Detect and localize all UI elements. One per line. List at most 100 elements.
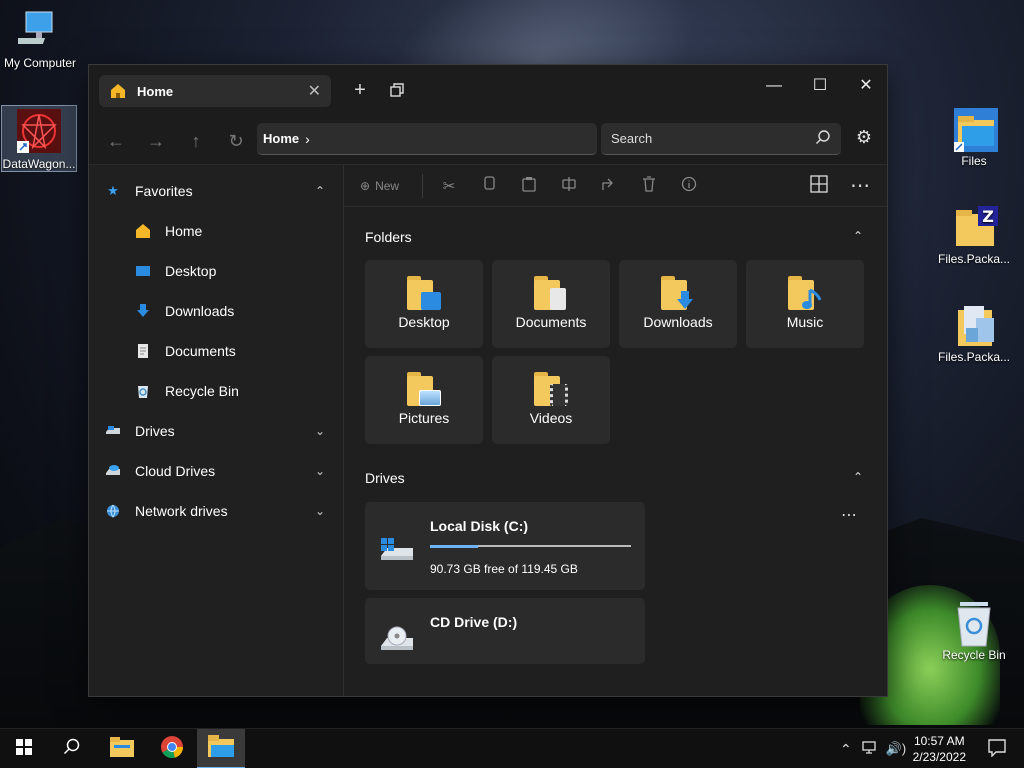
desktop-icon-files-package[interactable]: Files.Packa... <box>934 302 1014 364</box>
network-icon[interactable] <box>862 740 878 758</box>
drive-name: Local Disk (C:) <box>430 518 529 534</box>
network-globe-icon <box>105 503 121 519</box>
taskbar-files-app[interactable] <box>197 729 245 768</box>
drive-card-local-disk-c[interactable]: Local Disk (C:) 90.73 GB free of 119.45 … <box>365 502 645 590</box>
windows-logo-icon <box>16 738 32 760</box>
folder-card-downloads[interactable]: Downloads <box>619 260 737 348</box>
file-explorer-icon <box>110 736 134 762</box>
package-folder-icon <box>952 302 996 346</box>
desktop-icon-recycle-bin[interactable]: Recycle Bin <box>934 600 1014 662</box>
layout-mode-icon[interactable] <box>810 175 828 198</box>
expand-chevron-icon[interactable]: ⌄ <box>315 464 325 478</box>
settings-gear-icon[interactable]: ⚙ <box>851 127 877 153</box>
search-placeholder: Search <box>611 131 653 146</box>
clock[interactable]: 10:57 AM 2/23/2022 <box>913 733 966 765</box>
tab-home[interactable]: Home ✕ <box>99 75 331 107</box>
drives-more-options-icon[interactable]: ⋯ <box>841 505 857 525</box>
download-arrow-icon <box>135 303 151 319</box>
expand-chevron-icon[interactable]: ⌄ <box>315 424 325 438</box>
tab-label: Home <box>137 83 174 99</box>
sidebar-item-documents[interactable]: Documents <box>89 331 343 371</box>
clock-date: 2/23/2022 <box>912 750 966 764</box>
folder-label: Desktop <box>398 314 450 330</box>
sidebar-item-desktop[interactable]: Desktop <box>89 251 343 291</box>
folder-card-desktop[interactable]: Desktop <box>365 260 483 348</box>
breadcrumb-home[interactable]: Home <box>263 131 299 146</box>
sidebar-item-cloud-drives[interactable]: Cloud Drives ⌄ <box>89 451 343 491</box>
maximize-button[interactable]: ☐ <box>797 71 843 101</box>
navigation-bar: ← → ↑ ↻ Home › Search ⚙ <box>89 117 887 165</box>
forward-button[interactable]: → <box>141 127 171 155</box>
folder-card-music[interactable]: Music <box>746 260 864 348</box>
drive-usage-bar <box>430 544 631 548</box>
search-input[interactable]: Search <box>601 123 841 155</box>
desktop-icon-datawagon[interactable]: DataWagon... <box>1 105 77 172</box>
taskbar-search-button[interactable] <box>48 729 96 768</box>
star-icon: ★ <box>107 183 119 198</box>
sidebar-item-network-drives[interactable]: Network drives ⌄ <box>89 491 343 531</box>
folder-card-pictures[interactable]: Pictures <box>365 356 483 444</box>
zip-folder-icon: Z <box>952 204 998 248</box>
start-button[interactable] <box>0 729 48 768</box>
music-folder-icon <box>788 276 822 310</box>
up-button[interactable]: ↑ <box>181 127 211 155</box>
pictures-folder-icon <box>407 372 441 406</box>
drive-card-cd-drive-d[interactable]: CD Drive (D:) <box>365 598 645 664</box>
window-body: ★ Favorites ⌃ Home Desktop Downloads Doc… <box>89 165 887 696</box>
new-tab-button[interactable]: + <box>348 79 372 102</box>
tab-overview-icon[interactable] <box>385 81 409 102</box>
chrome-icon <box>160 735 184 764</box>
files-app-icon <box>208 734 234 762</box>
search-icon[interactable] <box>815 129 831 148</box>
desktop-icon-files[interactable]: Files <box>934 106 1014 168</box>
refresh-button[interactable]: ↻ <box>221 127 251 155</box>
show-hidden-icons-chevron-icon[interactable]: ⌃ <box>840 741 852 758</box>
sidebar-item-home[interactable]: Home <box>89 211 343 251</box>
documents-folder-icon <box>534 276 568 310</box>
new-button-label: New <box>375 178 400 193</box>
desktop-folder-icon <box>407 276 441 310</box>
taskbar-chrome[interactable] <box>148 729 196 768</box>
copy-icon[interactable] <box>469 175 509 196</box>
home-icon <box>109 82 127 100</box>
sidebar-item-downloads[interactable]: Downloads <box>89 291 343 331</box>
paste-icon[interactable] <box>509 176 549 196</box>
folders-collapse-icon[interactable]: ⌃ <box>853 229 863 243</box>
videos-folder-icon <box>534 372 568 406</box>
drives-collapse-icon[interactable]: ⌃ <box>853 470 863 484</box>
properties-info-icon[interactable] <box>669 176 709 196</box>
cut-icon[interactable]: ✂ <box>429 177 469 195</box>
sidebar-item-drives[interactable]: Drives ⌄ <box>89 411 343 451</box>
close-window-button[interactable]: ✕ <box>843 71 889 101</box>
address-bar[interactable]: Home › <box>257 123 597 155</box>
new-button[interactable]: ⊕ New <box>360 179 416 193</box>
recycle-bin-icon <box>135 383 151 399</box>
folder-card-documents[interactable]: Documents <box>492 260 610 348</box>
desktop-icon-files-package-zip[interactable]: Z Files.Packa... <box>934 204 1014 266</box>
datawagon-icon <box>17 109 61 153</box>
sidebar-item-label: Downloads <box>165 303 235 319</box>
folder-card-videos[interactable]: Videos <box>492 356 610 444</box>
sidebar-item-label: Network drives <box>135 503 228 519</box>
minimize-button[interactable]: — <box>751 71 797 101</box>
command-toolbar: ⊕ New ✂ ⋯ <box>344 165 887 207</box>
delete-icon[interactable] <box>629 175 669 196</box>
action-center-icon[interactable] <box>988 739 1006 762</box>
share-icon[interactable] <box>589 176 629 196</box>
taskbar-file-explorer[interactable] <box>98 729 146 768</box>
close-tab-icon[interactable]: ✕ <box>308 81 321 101</box>
cd-drive-icon <box>379 626 415 654</box>
more-options-icon[interactable]: ⋯ <box>850 173 870 198</box>
rename-icon[interactable] <box>549 176 589 196</box>
sidebar-item-recycle-bin[interactable]: Recycle Bin <box>89 371 343 411</box>
files-window: Home ✕ + — ☐ ✕ ← → ↑ ↻ Home › Search ⚙ ★ <box>88 64 888 697</box>
expand-chevron-icon[interactable]: ⌄ <box>315 504 325 518</box>
collapse-chevron-icon[interactable]: ⌃ <box>315 184 325 198</box>
desktop-icon-my-computer[interactable]: My Computer <box>0 8 80 70</box>
volume-icon[interactable]: 🔊) <box>886 741 907 757</box>
files-folder-icon <box>952 106 998 152</box>
breadcrumb-chevron-icon[interactable]: › <box>305 131 310 147</box>
sidebar-item-favorites[interactable]: ★ Favorites ⌃ <box>89 171 343 211</box>
drive-icon <box>105 423 121 439</box>
back-button[interactable]: ← <box>101 127 131 155</box>
